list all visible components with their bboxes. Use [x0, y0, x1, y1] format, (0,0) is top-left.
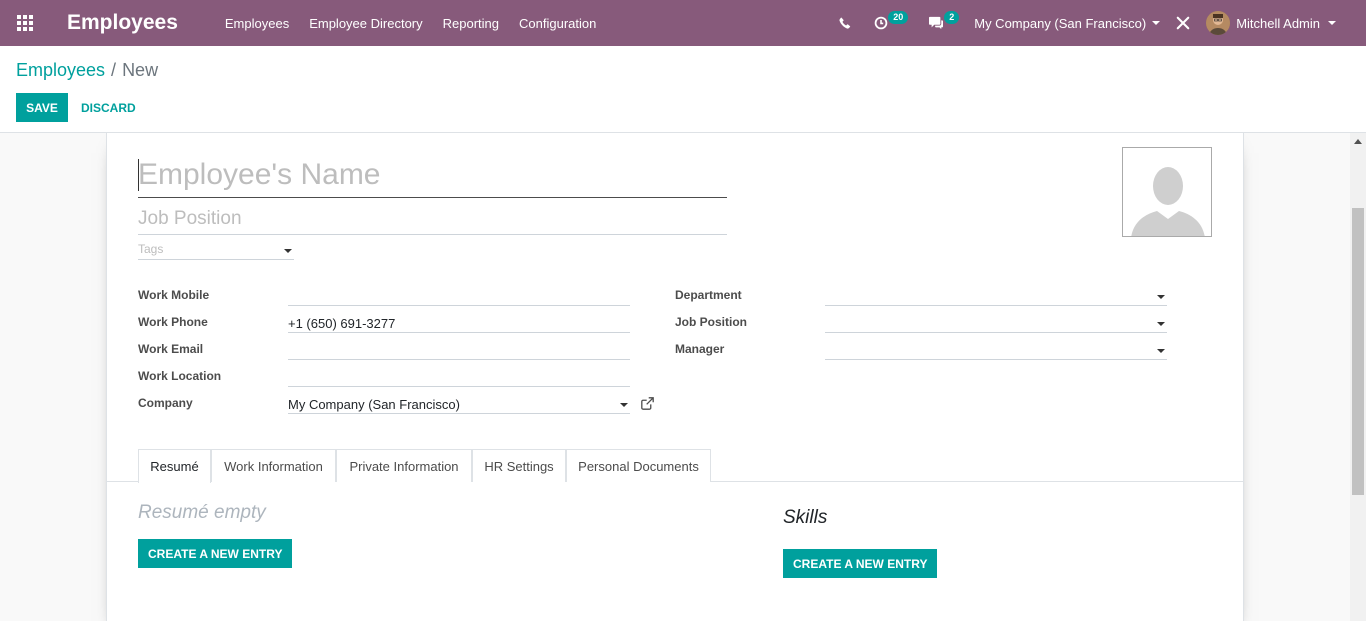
- breadcrumb-separator: /: [111, 60, 117, 80]
- create-resume-entry-button[interactable]: CREATE A NEW ENTRY: [138, 539, 293, 568]
- apps-grid-icon: [17, 15, 33, 31]
- work-phone-label: Work Phone: [138, 315, 208, 329]
- work-email-label: Work Email: [138, 342, 204, 356]
- company-label: Company: [138, 396, 193, 410]
- message-count-badge: 2: [944, 11, 960, 24]
- form-sheet: Tags Work Mobile Work Phone +1 (650) 691…: [106, 133, 1244, 621]
- discard-button[interactable]: DISCARD: [75, 93, 142, 122]
- resume-empty-text: Resumé empty: [138, 502, 266, 523]
- chevron-down-icon: [1157, 322, 1165, 326]
- work-location-label: Work Location: [138, 369, 222, 383]
- activity-count-badge: 20: [888, 11, 909, 24]
- text-cursor: [138, 159, 139, 191]
- debug-tools-icon: [1176, 16, 1190, 30]
- menu-configuration[interactable]: Configuration: [519, 16, 596, 31]
- breadcrumb-parent-link[interactable]: Employees: [16, 60, 105, 80]
- skills-title: Skills: [783, 507, 828, 528]
- phone-button[interactable]: [828, 0, 862, 46]
- job-title-input[interactable]: [138, 204, 727, 235]
- tab-resume[interactable]: Resumé: [138, 449, 211, 483]
- activity-button[interactable]: 20: [862, 0, 909, 46]
- company-select[interactable]: My Company (San Francisco): [288, 394, 630, 414]
- company-value: My Company (San Francisco): [288, 397, 460, 412]
- work-phone-input[interactable]: +1 (650) 691-3277: [288, 313, 630, 333]
- user-menu[interactable]: Mitchell Admin: [1206, 11, 1336, 35]
- department-label: Department: [675, 288, 742, 302]
- chevron-down-icon: [1328, 21, 1336, 25]
- vertical-scrollbar[interactable]: [1350, 133, 1366, 621]
- tab-work-information[interactable]: Work Information: [211, 449, 336, 482]
- user-name: Mitchell Admin: [1236, 15, 1320, 31]
- manager-label: Manager: [675, 342, 725, 356]
- external-link-icon[interactable]: [641, 397, 654, 410]
- employee-name-input[interactable]: [138, 152, 727, 198]
- work-mobile-label: Work Mobile: [138, 288, 210, 302]
- department-select[interactable]: [825, 286, 1167, 306]
- debug-button[interactable]: [1160, 0, 1206, 46]
- job-position-label: Job Position: [675, 315, 747, 329]
- save-button[interactable]: SAVE: [16, 93, 68, 122]
- chevron-down-icon: [1157, 349, 1165, 353]
- scrollbar-thumb[interactable]: [1352, 208, 1364, 495]
- tab-personal-documents[interactable]: Personal Documents: [566, 449, 711, 482]
- control-panel: Employees / New SAVE DISCARD: [0, 46, 1366, 133]
- avatar: [1206, 11, 1231, 35]
- chevron-down-icon: [620, 403, 628, 407]
- top-navbar: Employees Employees Employee Directory R…: [0, 0, 1366, 46]
- breadcrumb: Employees / New: [16, 60, 158, 81]
- chat-bubble-icon: [929, 16, 944, 30]
- company-switcher[interactable]: My Company (San Francisco): [974, 15, 1161, 31]
- scroll-up-arrow-icon[interactable]: [1354, 139, 1362, 144]
- work-mobile-input[interactable]: [288, 286, 630, 306]
- notebook-tabs: Resumé Work Information Private Informat…: [107, 449, 1243, 483]
- manager-select[interactable]: [825, 340, 1167, 360]
- systray: 20 2 My Company (San Francisco) Mitchell…: [828, 0, 1366, 46]
- chevron-down-icon: [1152, 21, 1161, 25]
- breadcrumb-current: New: [122, 60, 159, 80]
- work-email-input[interactable]: [288, 340, 630, 360]
- work-phone-value: +1 (650) 691-3277: [288, 316, 396, 331]
- job-position-select[interactable]: [825, 313, 1167, 333]
- work-location-input[interactable]: [288, 367, 630, 387]
- company-name: My Company (San Francisco): [974, 15, 1147, 31]
- phone-icon: [839, 17, 851, 29]
- tab-hr-settings[interactable]: HR Settings: [472, 449, 566, 482]
- chevron-down-icon: [284, 249, 292, 253]
- tab-private-information[interactable]: Private Information: [336, 449, 472, 482]
- tags-field[interactable]: Tags: [138, 240, 294, 260]
- chevron-down-icon: [1157, 295, 1165, 299]
- menu-employees[interactable]: Employees: [225, 16, 289, 31]
- app-title[interactable]: Employees: [67, 11, 178, 35]
- avatar-placeholder-icon: [1123, 148, 1211, 236]
- messages-button[interactable]: 2: [908, 0, 960, 46]
- form-view: Tags Work Mobile Work Phone +1 (650) 691…: [0, 133, 1350, 621]
- menu-employee-directory[interactable]: Employee Directory: [309, 16, 422, 31]
- menu-reporting[interactable]: Reporting: [443, 16, 499, 31]
- employee-photo[interactable]: [1122, 147, 1212, 237]
- activity-clock-icon: [874, 16, 888, 30]
- apps-menu-button[interactable]: [0, 0, 50, 46]
- create-skill-entry-button[interactable]: CREATE A NEW ENTRY: [783, 549, 938, 578]
- tags-placeholder: Tags: [138, 242, 164, 256]
